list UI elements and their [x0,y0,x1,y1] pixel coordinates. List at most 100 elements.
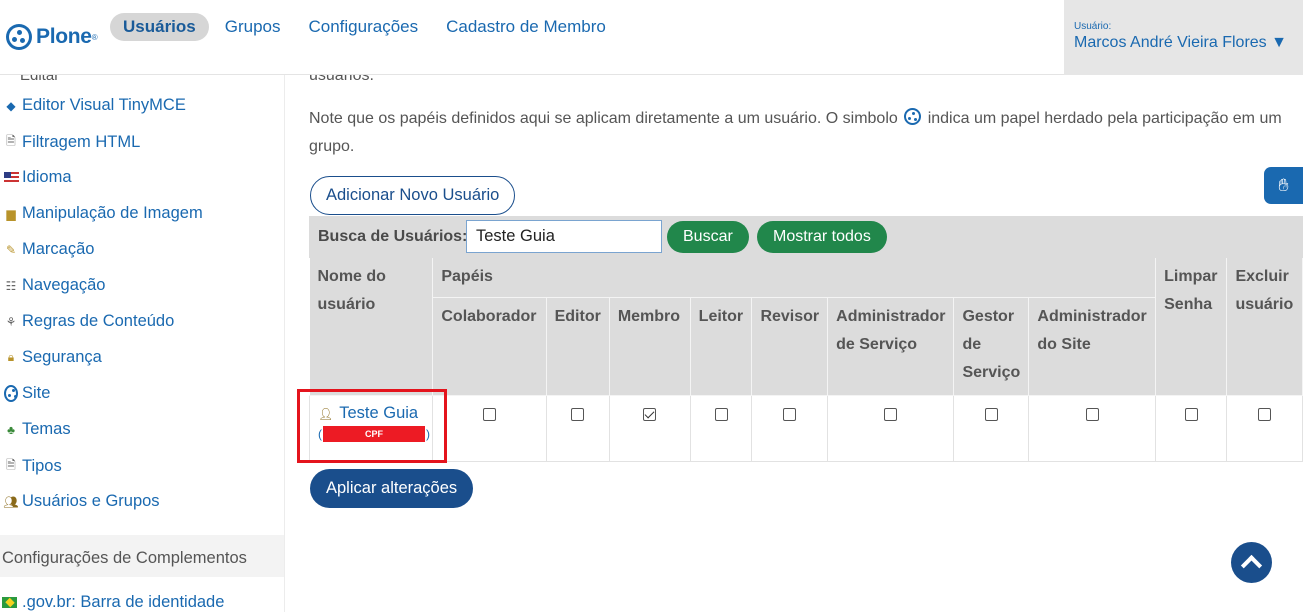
flag-br-icon [2,597,20,608]
col-header-role-colaborador: Colaborador [432,297,547,396]
checkbox-admin-site[interactable] [1085,408,1099,421]
search-label: Busca de Usuários: [318,228,468,245]
nav-usuarios[interactable]: Usuários [110,13,209,41]
sidebar-item-filtragem-html[interactable]: 🗎 Filtragem HTML [2,132,140,153]
col-header-role-membro: Membro [609,297,691,396]
paren-open: ( [318,427,322,441]
checkbox-gestor-servico[interactable] [984,408,998,421]
sidebar-item-manipulacao-de-imagem[interactable]: ▆ Manipulação de Imagem [2,204,203,223]
paren-close: ) [426,427,430,441]
flag-us-icon [2,172,20,183]
document-icon: 🗎 [6,134,16,148]
checkbox-revisor[interactable] [783,408,797,421]
sidebar-item-marcacao[interactable]: ✎ Marcação [2,240,94,259]
sidebar-item-label: Site [22,384,51,402]
sidebar-item-label: Usuários e Grupos [22,492,160,510]
sidebar-item-editar[interactable]: Editar [20,75,59,84]
users-table: Nome do usuário Papéis Limpar Senha Excl… [297,258,1303,463]
lock-icon: 🔒︎ [7,350,15,364]
nav-configuracoes[interactable]: Configurações [295,13,433,41]
show-all-button[interactable]: Mostrar todos [757,221,887,253]
col-header-role-admin-servico: Administrador de Serviço [827,297,955,396]
checkbox-membro[interactable] [643,408,657,421]
nav-cadastro-de-membro[interactable]: Cadastro de Membro [432,13,620,41]
logo-text: Plone [36,25,92,48]
diamond-icon: ◆ [6,98,16,113]
sidebar-item-label: Segurança [22,348,102,366]
table-row: 👤︎ Teste Guia (CPF) [297,389,1303,463]
role-cell-leitor [689,395,753,462]
role-cell-colaborador [432,395,547,462]
col-header-user-name: Nome do usuário [309,258,434,396]
nav-grupos[interactable]: Grupos [211,13,295,41]
checkbox-leitor[interactable] [714,408,728,421]
sidebar-item-site[interactable]: Site [2,384,50,403]
top-bar: Plone ® Usuários Grupos Configurações Cad… [0,0,1303,75]
sidebar-section-complementos: Configurações de Complementos [0,535,284,577]
role-cell-revisor [751,395,829,462]
users-icon: 👥︎ [3,494,19,509]
sidebar: Editar ◆ Editor Visual TinyMCE 🗎 Filtrag… [0,75,285,612]
checkbox-reset-password[interactable] [1184,408,1198,421]
search-input[interactable] [466,220,662,253]
user-icon: 👤︎ [318,406,334,421]
col-header-role-admin-site: Administrador do Site [1028,297,1157,396]
col-header-role-editor: Editor [546,297,610,396]
sidebar-item-label: Idioma [22,168,72,186]
sidebar-item-govbr-barra[interactable]: .gov.br: Barra de identidade [2,593,224,612]
checkbox-colaborador[interactable] [482,408,496,421]
sidebar-item-label: Manipulação de Imagem [22,204,203,222]
theme-icon: ♣ [7,422,15,437]
main-nav: Usuários Grupos Configurações Cadastro d… [110,13,620,41]
sidebar-item-regras-de-conteudo[interactable]: ⚘ Regras de Conteúdo [2,312,175,331]
role-cell-gestor-servico [953,395,1030,462]
roles-note: Note que os papéis definidos aqui se apl… [309,105,1294,161]
checkbox-editor[interactable] [571,408,585,421]
sidebar-item-seguranca[interactable]: 🔒︎ Segurança [2,348,102,367]
sidebar-item-usuarios-e-grupos[interactable]: 👥︎ Usuários e Grupos [2,492,160,511]
user-link[interactable]: 👤︎ Teste Guia [318,404,432,423]
vlibras-hand-icon[interactable]: ✋︎ [1264,167,1303,204]
checkbox-admin-servico[interactable] [884,408,898,421]
image-icon: ▆ [6,206,16,221]
reset-password-cell [1155,395,1228,462]
sidebar-item-label: Tipos [22,457,62,475]
add-user-button[interactable]: Adicionar Novo Usuário [310,176,516,215]
sidebar-item-editor-visual-tinymce[interactable]: ◆ Editor Visual TinyMCE [2,96,186,115]
col-header-delete-user: Excluir usuário [1226,258,1303,396]
search-button[interactable]: Buscar [667,221,749,253]
delete-user-cell [1226,395,1303,462]
checkbox-delete-user[interactable] [1258,408,1272,421]
back-to-top-button[interactable] [1231,542,1272,583]
sidebar-item-label: .gov.br: Barra de identidade [22,593,225,611]
sidebar-item-label: Marcação [22,240,95,258]
sidebar-item-navegacao[interactable]: ☷ Navegação [2,276,106,295]
role-cell-admin-site [1028,395,1157,462]
sidebar-item-label: Navegação [22,276,106,294]
sidebar-item-temas[interactable]: ♣ Temas [2,420,71,439]
user-id-line: (CPF) [318,426,432,442]
user-name-cell: 👤︎ Teste Guia (CPF) [297,389,447,463]
col-header-role-revisor: Revisor [751,297,829,396]
plone-icon [2,385,20,402]
sidebar-item-label: Temas [22,420,71,438]
col-header-role-leitor: Leitor [690,297,753,396]
user-search-bar: Busca de Usuários: Buscar Mostrar todos [309,216,1303,258]
user-label: Usuário: [1074,21,1112,32]
user-name[interactable]: Marcos André Vieira Flores ▼ [1074,34,1293,52]
col-header-role-gestor-servico: Gestor de Serviço [953,297,1030,396]
rules-icon: ⚘ [5,314,17,329]
inherited-role-icon [904,108,922,125]
user-menu[interactable]: Usuário: Marcos André Vieira Flores ▼ [1064,0,1303,75]
col-header-reset-password: Limpar Senha [1155,258,1228,396]
logo-registered-mark: ® [91,32,98,42]
user-link-label: Teste Guia [339,404,419,422]
apply-changes-button[interactable]: Aplicar alterações [310,469,474,508]
sidebar-item-label: Editor Visual TinyMCE [22,96,186,114]
plone-logo[interactable]: Plone ® [6,24,98,50]
role-cell-editor [545,395,610,462]
sidebar-item-tipos[interactable]: 🗎 Tipos [2,456,62,477]
sidebar-item-idioma[interactable]: Idioma [2,168,72,187]
sidebar-item-label: Filtragem HTML [22,133,141,151]
role-cell-admin-servico [827,395,955,462]
